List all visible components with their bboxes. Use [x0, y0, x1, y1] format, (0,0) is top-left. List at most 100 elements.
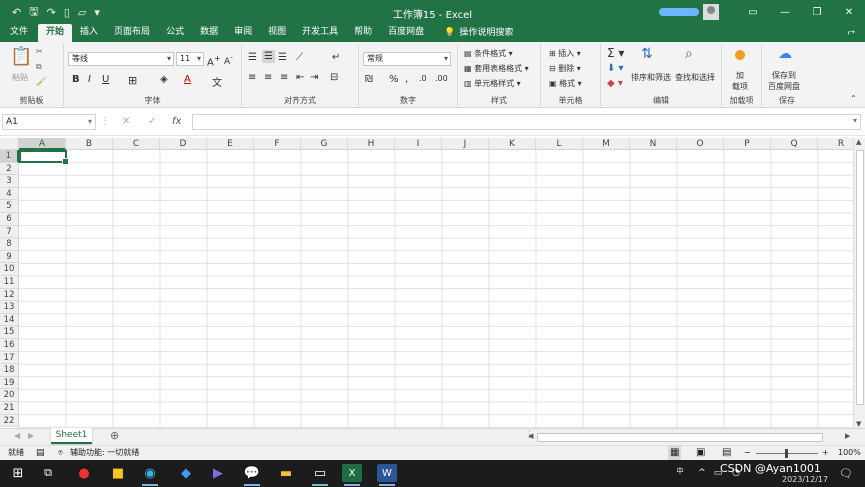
media-player-icon[interactable]: ▶	[208, 464, 228, 482]
ribbon-display-button[interactable]: ▭	[737, 7, 769, 18]
align-center-icon[interactable]: ≡	[264, 72, 272, 83]
accounting-icon[interactable]: ₪	[365, 74, 373, 85]
cancel-icon[interactable]: ✕	[122, 114, 130, 130]
page-layout-view-icon[interactable]: ▣	[696, 446, 705, 460]
decrease-indent-icon[interactable]: ⇤	[296, 72, 304, 83]
insert-cells-button[interactable]: ⊞ 插入 ▾	[549, 48, 581, 59]
sheet-tab-sheet1[interactable]: Sheet1	[51, 428, 92, 444]
tab-developer[interactable]: 开发工具	[294, 24, 346, 42]
edge-browser-icon[interactable]: ◉	[140, 464, 160, 486]
save-icon[interactable]: 🖫	[29, 3, 38, 22]
column-header-p[interactable]: P	[724, 138, 771, 150]
increase-font-icon[interactable]: A+	[207, 53, 221, 68]
row-header-7[interactable]: 7	[0, 225, 19, 239]
wechat-icon[interactable]: 💬	[242, 464, 262, 486]
row-header-2[interactable]: 2	[0, 162, 19, 176]
task-view-icon[interactable]: ⧉	[38, 464, 58, 482]
column-header-i[interactable]: I	[395, 138, 442, 150]
merge-center-icon[interactable]: ⊟	[330, 72, 338, 83]
row-header-21[interactable]: 21	[0, 402, 19, 415]
customize-toolbar-icon[interactable]: ▾	[94, 6, 100, 19]
addins-icon[interactable]	[735, 50, 745, 60]
clock-date[interactable]: 2023/12/17	[782, 475, 828, 484]
tab-formulas[interactable]: 公式	[158, 24, 192, 42]
column-header-e[interactable]: E	[207, 138, 254, 150]
font-name-select[interactable]: 等线	[68, 52, 174, 66]
row-header-15[interactable]: 15	[0, 326, 19, 339]
app-icon[interactable]: ◆	[176, 464, 196, 482]
zoom-in-icon[interactable]: +	[822, 446, 829, 460]
minimize-button[interactable]: —	[769, 7, 801, 18]
column-header-c[interactable]: C	[113, 138, 160, 150]
page-break-view-icon[interactable]: ▤	[722, 446, 731, 460]
scroll-down-icon[interactable]: ▼	[856, 420, 861, 428]
row-header-3[interactable]: 3	[0, 175, 19, 188]
row-header-19[interactable]: 19	[0, 376, 19, 390]
scroll-left-icon[interactable]: ◀	[528, 432, 533, 440]
column-header-r[interactable]: R	[818, 138, 853, 150]
macro-record-icon[interactable]: ▤	[36, 446, 45, 460]
tab-data[interactable]: 数据	[192, 24, 226, 42]
next-sheet-icon[interactable]: ▶	[28, 431, 34, 440]
prev-sheet-icon[interactable]: ◀	[14, 431, 20, 440]
scroll-up-icon[interactable]: ▲	[856, 138, 861, 146]
sort-filter-icon[interactable]: ⇅	[641, 46, 653, 62]
row-header-18[interactable]: 18	[0, 364, 19, 377]
undo-icon[interactable]: ↶	[12, 6, 21, 19]
borders-icon[interactable]: ⊞	[128, 74, 137, 87]
row-header-13[interactable]: 13	[0, 301, 19, 314]
column-header-g[interactable]: G	[301, 138, 348, 150]
terminal-icon[interactable]: ▭	[310, 464, 330, 486]
row-header-12[interactable]: 12	[0, 288, 19, 302]
tab-home[interactable]: 开始	[38, 24, 73, 42]
column-header-k[interactable]: K	[489, 138, 536, 150]
wrap-text-icon[interactable]: ↵	[332, 52, 340, 63]
save-to-line1[interactable]: 保存到	[772, 70, 796, 81]
fill-color-icon[interactable]: ◈	[160, 74, 168, 85]
maximize-button[interactable]: ❐	[801, 7, 833, 18]
paste-button[interactable]: 粘贴	[12, 72, 28, 83]
row-header-5[interactable]: 5	[0, 200, 19, 213]
format-painter-icon[interactable]: 🖌	[36, 77, 46, 86]
ime-indicator[interactable]: 中	[674, 462, 686, 480]
tell-me-search[interactable]: 💡 操作说明搜索	[444, 24, 513, 42]
redo-icon[interactable]: ↷	[47, 6, 56, 19]
tab-file[interactable]: 文件	[0, 24, 38, 42]
align-right-icon[interactable]: ≡	[280, 72, 288, 83]
comma-icon[interactable]: ,	[405, 74, 408, 85]
tab-insert[interactable]: 插入	[72, 24, 106, 42]
clear-icon[interactable]: ◆ ▾	[607, 78, 623, 89]
column-header-m[interactable]: M	[583, 138, 630, 150]
increase-indent-icon[interactable]: ⇥	[310, 72, 318, 83]
column-header-l[interactable]: L	[536, 138, 583, 150]
windows-start-icon[interactable]: ⊞	[8, 464, 28, 482]
zoom-slider-thumb[interactable]	[785, 449, 788, 458]
tab-baidu-netdisk[interactable]: 百度网盘	[380, 24, 432, 42]
tab-page-layout[interactable]: 页面布局	[106, 24, 158, 42]
column-header-j[interactable]: J	[442, 138, 489, 150]
excel-taskbar-icon[interactable]: X	[342, 464, 362, 486]
vertical-scrollbar[interactable]: ▲ ▼	[853, 138, 865, 428]
formula-input[interactable]	[192, 114, 861, 130]
align-top-icon[interactable]: ☰	[248, 52, 257, 63]
tab-review[interactable]: 审阅	[226, 24, 260, 42]
autosum-icon[interactable]: Σ ▾	[607, 46, 624, 60]
align-bottom-icon[interactable]: ☰	[278, 52, 287, 63]
row-header-22[interactable]: 22	[0, 414, 19, 428]
addins-line1[interactable]: 加	[736, 70, 744, 81]
decrease-decimal-icon[interactable]: .00	[435, 74, 448, 83]
italic-icon[interactable]: I	[88, 74, 91, 85]
column-header-h[interactable]: H	[348, 138, 395, 150]
conditional-format-button[interactable]: ▤ 条件格式 ▾	[464, 48, 513, 59]
orientation-icon[interactable]: ⟋	[296, 52, 303, 63]
notification-icon[interactable]: 🗨	[836, 464, 856, 482]
tab-view[interactable]: 视图	[260, 24, 294, 42]
phonetic-icon[interactable]: 文	[212, 74, 222, 89]
enter-icon[interactable]: ✓	[148, 114, 156, 130]
addins-line2[interactable]: 载项	[732, 81, 748, 92]
insert-function-icon[interactable]: fx	[172, 114, 181, 130]
zoom-level[interactable]: 100%	[838, 446, 861, 460]
cell-styles-button[interactable]: ▥ 单元格样式 ▾	[464, 78, 521, 89]
open-folder-icon[interactable]: ▱	[78, 6, 86, 19]
avatar[interactable]	[703, 4, 719, 20]
